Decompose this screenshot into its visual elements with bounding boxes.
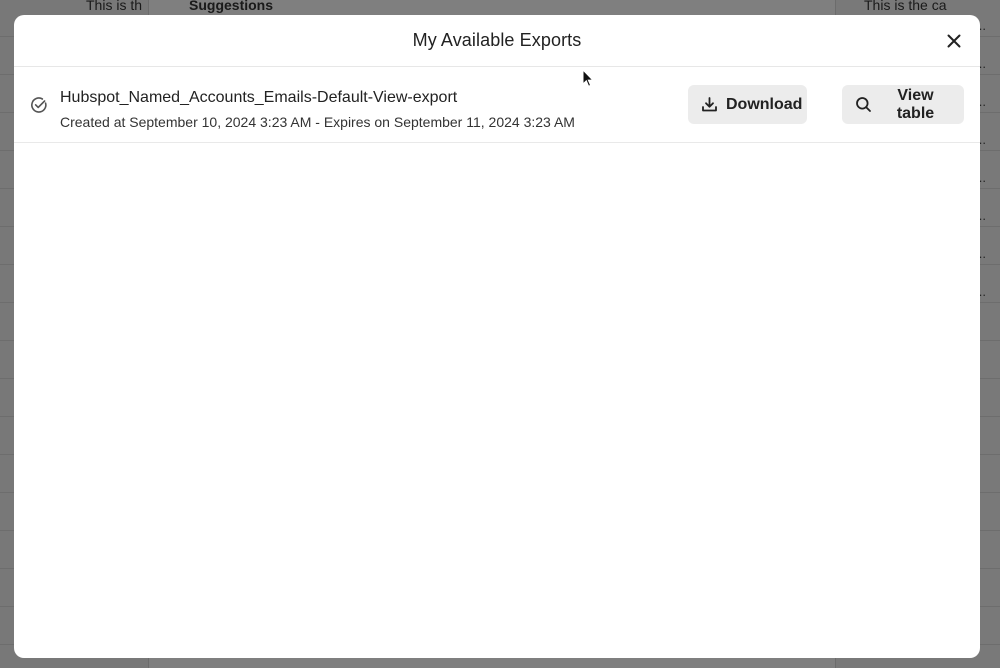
exports-modal: My Available Exports Hubspot_Named_Accou…	[14, 15, 980, 658]
close-button[interactable]	[942, 29, 966, 53]
download-button-label: Download	[726, 95, 803, 113]
modal-header: My Available Exports	[14, 15, 980, 67]
view-table-button[interactable]: View table	[842, 85, 964, 124]
export-timestamps: Created at September 10, 2024 3:23 AM - …	[60, 114, 575, 130]
download-icon	[702, 97, 717, 112]
check-circle-icon	[31, 97, 47, 113]
export-list-item: Hubspot_Named_Accounts_Emails-Default-Vi…	[14, 67, 980, 143]
search-icon	[856, 97, 871, 112]
download-button[interactable]: Download	[688, 85, 807, 124]
mouse-cursor-icon	[582, 69, 594, 87]
close-icon	[947, 34, 961, 48]
export-name: Hubspot_Named_Accounts_Emails-Default-Vi…	[60, 89, 458, 106]
view-table-button-label: View table	[896, 86, 935, 122]
modal-title: My Available Exports	[412, 30, 582, 50]
